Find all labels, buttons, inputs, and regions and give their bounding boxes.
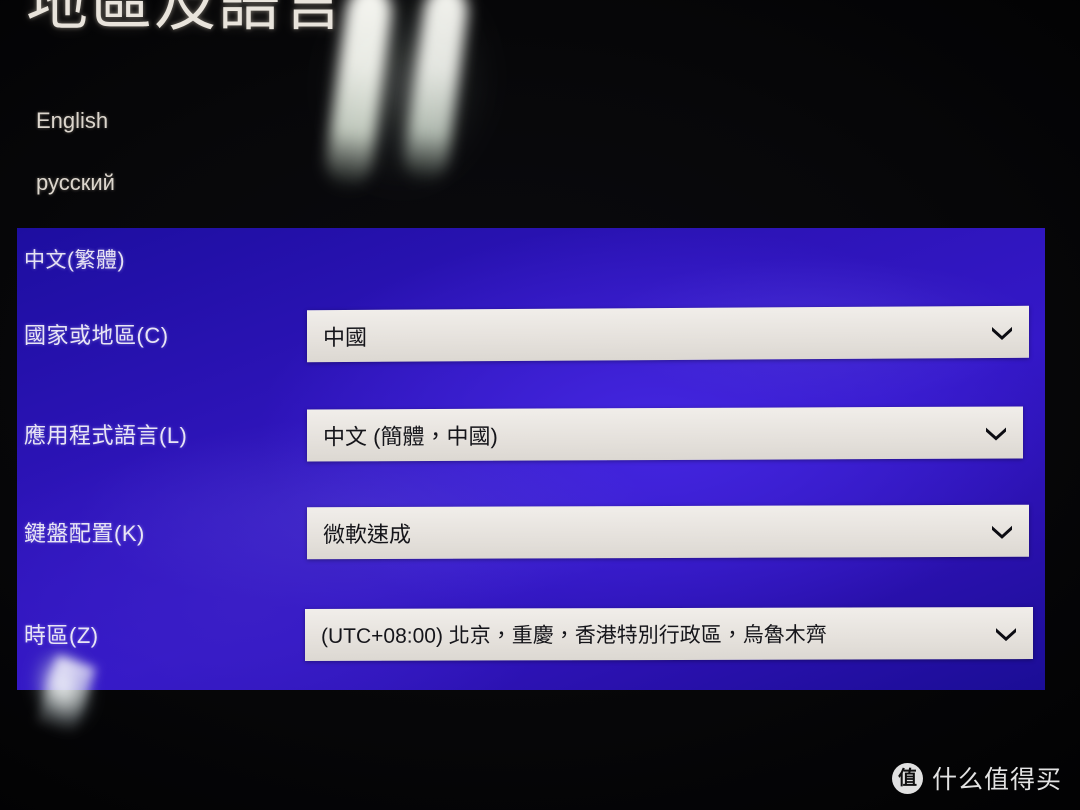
dropdown-timezone[interactable]: (UTC+08:00) 北京，重慶，香港特別行政區，烏魯木齊 — [305, 607, 1033, 661]
language-item-english[interactable]: English — [36, 108, 115, 134]
setting-row-timezone: 時區(Z) (UTC+08:00) 北京，重慶，香港特別行政區，烏魯木齊 — [17, 602, 1045, 666]
watermark: 值 什么值得买 — [891, 760, 1062, 796]
page-title: 地區及語言 — [26, 0, 347, 38]
chevron-down-icon[interactable] — [979, 625, 1033, 642]
photographed-screen: 地區及語言 English русский 中文(繁體) 國家或地區(C) 中國… — [0, 0, 1080, 810]
dropdown-country-value: 中國 — [323, 324, 368, 351]
setting-row-keyboard-layout: 鍵盤配置(K) 微軟速成 — [17, 500, 1045, 564]
watermark-logo-icon: 值 — [891, 762, 923, 794]
label-app-language: 應用程式語言(L) — [24, 423, 188, 448]
language-item-russian[interactable]: русский — [36, 170, 115, 196]
dropdown-country[interactable]: 中國 — [307, 305, 1029, 363]
setting-row-app-language: 應用程式語言(L) 中文 (簡體，中國) — [17, 402, 1045, 466]
dropdown-timezone-value: (UTC+08:00) 北京，重慶，香港特別行政區，烏魯木齊 — [321, 623, 827, 648]
settings-panel: 中文(繁體) 國家或地區(C) 中國 應用程式語言(L) 中文 (簡體，中國) — [17, 228, 1045, 690]
setting-row-country: 國家或地區(C) 中國 — [17, 302, 1045, 366]
label-country: 國家或地區(C) — [24, 323, 169, 348]
chevron-down-icon[interactable] — [969, 424, 1023, 441]
panel-heading: 中文(繁體) — [24, 249, 125, 272]
dropdown-app-language-value: 中文 (簡體，中國) — [323, 423, 498, 450]
language-list: English русский — [36, 108, 115, 232]
watermark-label: 什么值得买 — [931, 766, 1062, 794]
label-timezone: 時區(Z) — [24, 623, 99, 648]
dropdown-app-language[interactable]: 中文 (簡體，中國) — [307, 406, 1023, 462]
dropdown-keyboard-layout[interactable]: 微軟速成 — [307, 504, 1029, 560]
label-keyboard-layout: 鍵盤配置(K) — [24, 521, 145, 546]
dropdown-keyboard-layout-value: 微軟速成 — [323, 521, 412, 548]
chevron-down-icon[interactable] — [975, 324, 1029, 340]
chevron-down-icon[interactable] — [975, 523, 1029, 539]
